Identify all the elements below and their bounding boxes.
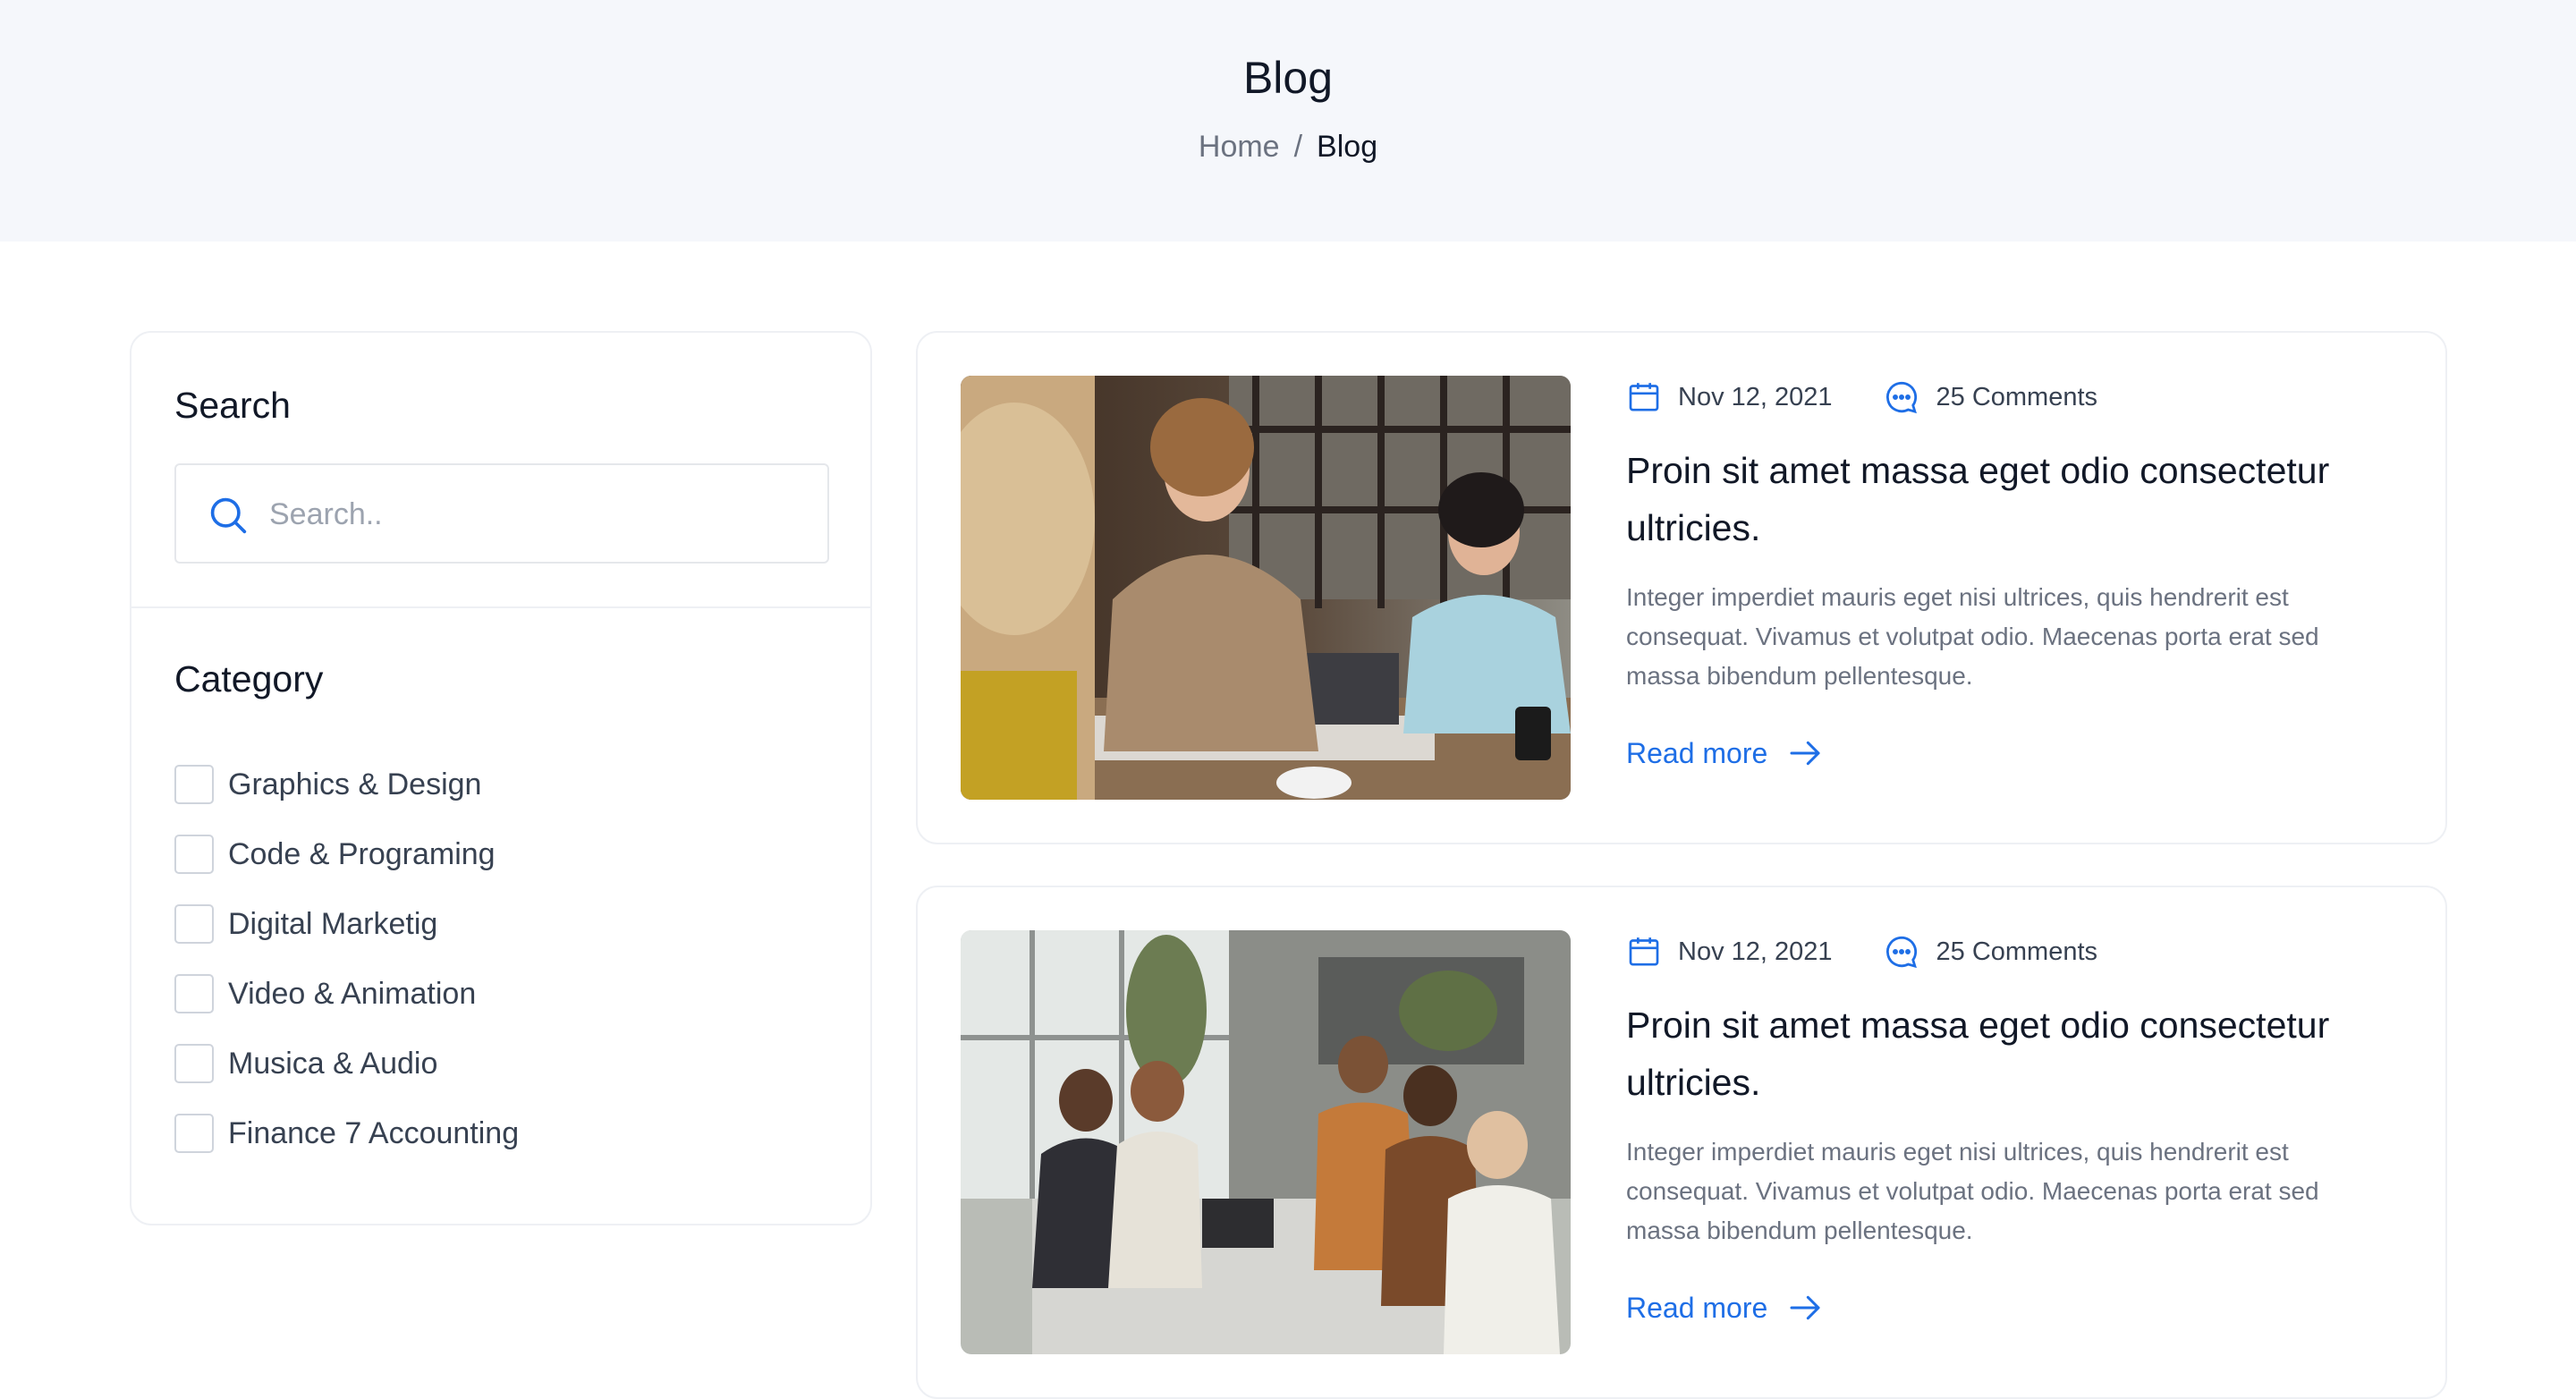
breadcrumb: Home / Blog (0, 130, 2576, 165)
blog-post-card: Nov 12, 2021 25 Comments Proin sit amet … (916, 886, 2447, 1399)
category-item[interactable]: Code & Programing (174, 819, 519, 889)
post-body: Nov 12, 2021 25 Comments Proin sit amet … (1626, 930, 2395, 1326)
post-image[interactable] (961, 376, 1571, 800)
comment-icon (1885, 381, 1917, 414)
sidebar: Search Category Graphics & Design Code &… (130, 331, 872, 1225)
category-label: Code & Programing (228, 836, 496, 871)
category-item[interactable]: Digital Marketig (174, 889, 519, 959)
office-meeting-image (961, 376, 1571, 800)
post-image[interactable] (961, 930, 1571, 1354)
blog-post-card: Nov 12, 2021 25 Comments Proin sit amet … (916, 331, 2447, 844)
category-label: Digital Marketig (228, 906, 438, 941)
read-more-link[interactable]: Read more (1626, 735, 2395, 771)
post-meta: Nov 12, 2021 25 Comments (1626, 930, 2395, 973)
category-checkbox[interactable] (174, 835, 214, 874)
post-meta: Nov 12, 2021 25 Comments (1626, 376, 2395, 419)
search-box[interactable] (174, 463, 829, 564)
post-title[interactable]: Proin sit amet massa eget odio consectet… (1626, 442, 2395, 556)
category-checkbox[interactable] (174, 1114, 214, 1153)
post-comments-text: 25 Comments (1936, 937, 2098, 966)
category-checkbox[interactable] (174, 1044, 214, 1083)
post-comments[interactable]: 25 Comments (1883, 378, 2098, 416)
comment-icon (1885, 936, 1917, 969)
calendar-icon (1629, 383, 1659, 411)
category-label: Musica & Audio (228, 1046, 438, 1081)
post-comments[interactable]: 25 Comments (1883, 933, 2098, 971)
category-title: Category (174, 658, 324, 700)
breadcrumb-home-link[interactable]: Home (1199, 130, 1280, 164)
calendar-icon (1629, 937, 1659, 966)
category-checkbox[interactable] (174, 904, 214, 944)
category-item[interactable]: Finance 7 Accounting (174, 1098, 519, 1168)
arrow-right-icon (1790, 741, 1820, 766)
page-hero: Blog Home / Blog (0, 0, 2576, 242)
post-date-text: Nov 12, 2021 (1678, 382, 1833, 411)
category-checkbox[interactable] (174, 765, 214, 804)
read-more-label: Read more (1626, 1291, 1768, 1324)
breadcrumb-current: Blog (1317, 130, 1378, 164)
search-input[interactable] (269, 488, 806, 540)
post-date: Nov 12, 2021 (1626, 379, 1833, 415)
category-label: Video & Animation (228, 976, 477, 1011)
search-icon (210, 497, 247, 534)
sidebar-divider (131, 606, 870, 608)
arrow-right-icon (1790, 1295, 1820, 1320)
read-more-label: Read more (1626, 736, 1768, 769)
category-item[interactable]: Graphics & Design (174, 750, 519, 819)
post-date-text: Nov 12, 2021 (1678, 937, 1833, 966)
post-date: Nov 12, 2021 (1626, 934, 1833, 970)
post-title[interactable]: Proin sit amet massa eget odio consectet… (1626, 996, 2395, 1111)
search-title: Search (174, 385, 291, 426)
category-label: Finance 7 Accounting (228, 1115, 520, 1150)
category-label: Graphics & Design (228, 767, 482, 801)
category-item[interactable]: Video & Animation (174, 959, 519, 1029)
post-body: Nov 12, 2021 25 Comments Proin sit amet … (1626, 376, 2395, 771)
category-list: Graphics & Design Code & Programing Digi… (174, 750, 519, 1168)
post-comments-text: 25 Comments (1936, 382, 2098, 411)
category-checkbox[interactable] (174, 974, 214, 1013)
read-more-link[interactable]: Read more (1626, 1290, 2395, 1326)
page-title: Blog (1242, 53, 1334, 103)
post-excerpt: Integer imperdiet mauris eget nisi ultri… (1626, 583, 2319, 690)
team-meeting-image (961, 930, 1571, 1354)
breadcrumb-separator: / (1293, 130, 1303, 164)
category-item[interactable]: Musica & Audio (174, 1029, 519, 1098)
post-excerpt: Integer imperdiet mauris eget nisi ultri… (1626, 1138, 2319, 1244)
